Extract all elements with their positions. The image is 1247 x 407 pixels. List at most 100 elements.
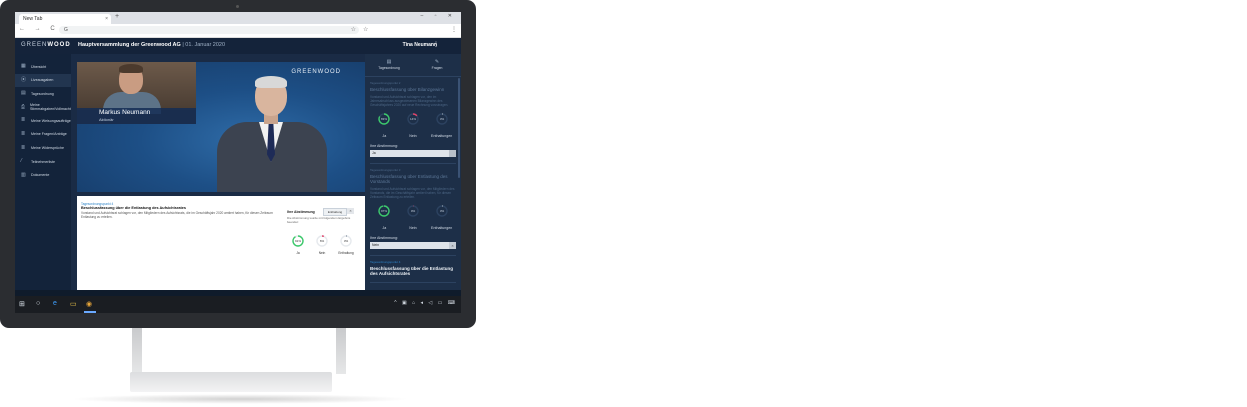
chrome-icon[interactable]: ◉ (86, 300, 92, 308)
result-ring: 14% (407, 113, 419, 125)
user-name[interactable]: Tina Neumann (403, 42, 437, 48)
vote-note: Die Abstimmung wurde mit folgendem Ergeb… (287, 216, 351, 224)
system-tray[interactable]: ^ ▣ ⌂ ◂ ◁ ▭ ⌨ (394, 300, 457, 306)
card-results: 97% Ja 0% Nein 3% Enthaltungen (370, 204, 456, 230)
broadcast-icon: ⦿ (21, 76, 27, 83)
vote-label: Ihre Abstimmung (287, 210, 315, 214)
result-label: Ja (382, 134, 387, 138)
vote-clear-icon[interactable]: × (347, 208, 354, 214)
result-ring: 91% (292, 235, 304, 247)
vote-select[interactable]: Enthaltung (323, 208, 347, 216)
edge-icon[interactable]: e (53, 300, 57, 307)
sidebar-item-stimmabgaben[interactable]: ⎙ Meine Stimmabgaben/Vollmachten (15, 101, 75, 114)
taskbar: ⊞ ○ e ▭ ◉ ^ ▣ ⌂ ◂ ◁ ▭ ⌨ (15, 296, 461, 313)
result-ring: 3% (435, 113, 448, 125)
result-value: 83% (381, 117, 387, 121)
greenwood-logo[interactable]: GREENWOOD (21, 42, 71, 48)
result-ring: 3% (435, 205, 448, 217)
result-ring: 3% (340, 235, 352, 247)
result-value: 6% (320, 239, 325, 243)
browser-menu-icon[interactable]: ⋮ (451, 26, 457, 33)
result-value: 0% (411, 209, 416, 213)
tab-title: New Tab (23, 16, 43, 22)
agenda-icon: ▤ (21, 90, 26, 97)
file-explorer-icon[interactable]: ▭ (70, 300, 77, 308)
sidebar-item-weisungsauftraege[interactable]: ≣ Meine Weisungsaufträge (15, 114, 71, 127)
tab-tagesordnung[interactable]: ▤ Tagesordnung (365, 54, 413, 76)
base-shadow (70, 394, 410, 404)
card-tag: Tagesordnungspunkt 2 (370, 81, 401, 85)
card-title: Beschlussfassung über Entlastung des Vor… (370, 174, 448, 184)
list-icon: ≣ (21, 117, 26, 124)
card-tag: Tagesordnungspunkt 4 (370, 260, 401, 264)
result-ring: 6% (316, 235, 328, 247)
new-tab-icon[interactable]: + (115, 13, 119, 20)
document-icon: ▥ (21, 171, 26, 178)
result-value: 14% (410, 117, 416, 121)
screen: New Tab × + – ▫ ✕ ← → C ⌂ G ☆ ☆ ⋮ GREENW… (15, 12, 461, 313)
app-header: GREENWOOD Hauptversammlung der Greenwood… (15, 38, 461, 54)
result-label: Nein (409, 134, 417, 138)
grid-icon: ▦ (21, 63, 26, 69)
my-vote-field[interactable]: Nein × (370, 242, 456, 249)
main-content: GREENWOOD Markus Neumann Aktionär Tageso… (71, 54, 367, 290)
my-vote-value: Nein (372, 243, 379, 247)
sidebar-item-fragen-antraege[interactable]: ≣ Meine Fragen/Anträge (15, 128, 71, 141)
result-label: Enthaltungen (431, 226, 453, 230)
agenda-title: Beschlussfassung über die Entlastung des… (81, 206, 186, 210)
participants-icon: ⁄ (21, 158, 22, 165)
sidebar-item-label: Übersicht (31, 64, 47, 69)
sidebar: ▦ Übersicht ⦿ Liveausgaben ▤ Tagesordnun… (15, 54, 75, 290)
sidebar-item-uebersicht[interactable]: ▦ Übersicht (15, 60, 71, 73)
user-menu-icon[interactable]: ⋮ (433, 41, 439, 48)
agenda-card[interactable]: Tagesordnungspunkt 2 Beschlussfassung üb… (370, 81, 456, 164)
close-tab-icon[interactable]: × (105, 14, 108, 24)
result-label: Ja (296, 251, 300, 255)
result-value: 97% (381, 209, 387, 213)
result-ring: 0% (407, 205, 419, 217)
close-icon[interactable]: × (449, 242, 456, 249)
agenda-card[interactable]: Tagesordnungspunkt 3 Beschlussfassung üb… (370, 168, 456, 256)
sidebar-item-label: Tagesordnung (31, 91, 54, 96)
my-vote-value: Ja (372, 151, 376, 155)
result-enthaltung: 3% Enthaltung (335, 234, 357, 255)
live-video[interactable]: GREENWOOD Markus Neumann Aktionär (77, 62, 367, 192)
sidebar-item-liveausgaben[interactable]: ⦿ Liveausgaben (15, 73, 71, 87)
sidebar-item-dokumente[interactable]: ▥ Dokumente (15, 169, 71, 182)
result-nein: 6% Nein (311, 234, 333, 255)
address-bar[interactable]: G ☆ (59, 26, 359, 34)
scrollbar[interactable] (458, 78, 460, 178)
agenda-card-active[interactable]: Tagesordnungspunkt 4 Beschlussfassung üb… (370, 260, 456, 283)
active-app-indicator (84, 311, 96, 313)
browser-tab[interactable]: New Tab × (19, 14, 111, 24)
window-controls[interactable]: – ▫ ✕ (420, 13, 457, 19)
video-watermark: GREENWOOD (291, 69, 341, 75)
sidebar-item-tagesordnung[interactable]: ▤ Tagesordnung (15, 87, 71, 100)
result-label: Enthaltung (338, 251, 354, 255)
tab-fragen[interactable]: ✎ Fragen (413, 54, 461, 76)
participant-video[interactable]: Markus Neumann Aktionär (77, 62, 196, 124)
bookmark-icon[interactable]: ☆ (363, 26, 368, 33)
my-vote-icon (449, 150, 456, 157)
sidebar-item-label: Liveausgaben (31, 78, 54, 83)
monitor-base (130, 372, 332, 392)
star-icon[interactable]: ☆ (351, 26, 356, 34)
result-enthaltungen: 3% Enthaltungen (431, 204, 453, 230)
result-nein: 14% Nein (402, 112, 424, 138)
card-title: Beschlussfassung über die Entlastung des… (370, 266, 454, 276)
participant-role: Aktionär (99, 117, 114, 122)
address-text: G (64, 27, 68, 33)
windows-start-icon[interactable]: ⊞ (19, 300, 25, 308)
result-value: 3% (344, 239, 349, 243)
sidebar-item-teilnehmerliste[interactable]: ⁄ Teilnehmerliste (15, 155, 71, 168)
webcam-dot (236, 5, 239, 8)
search-icon[interactable]: ○ (36, 300, 40, 307)
sidebar-item-widersprueche[interactable]: ≣ Meine Widersprüche (15, 142, 71, 155)
my-vote-field[interactable]: Ja (370, 150, 456, 157)
result-ja: 91% Ja (287, 234, 309, 255)
vote-box: Ihre Abstimmung Enthaltung × Die Abstimm… (285, 206, 359, 266)
sidebar-item-label: Meine Widersprüche (31, 146, 64, 151)
event-date: | 01. Januar 2020 (182, 42, 226, 48)
result-ja: 83% Ja (373, 112, 395, 138)
agenda-detail-panel: Tagesordnungspunkt 4 Beschlussfassung üb… (77, 196, 365, 290)
